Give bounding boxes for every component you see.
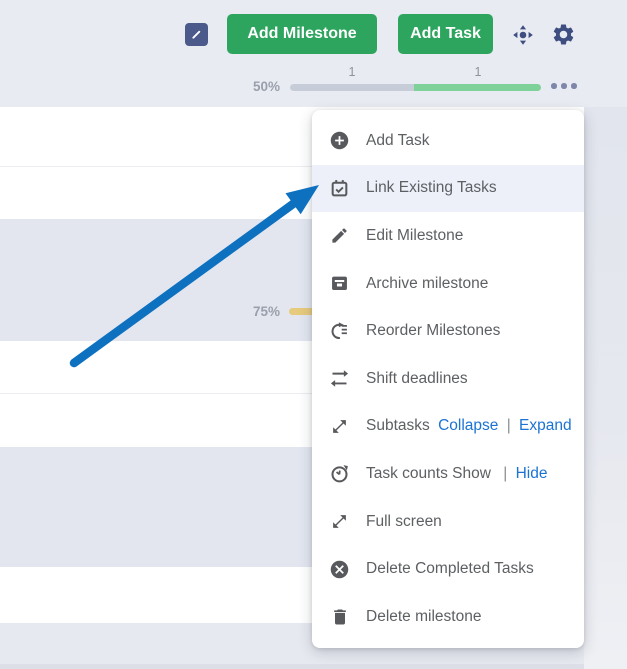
menu-item-delete-completed-tasks[interactable]: Delete Completed Tasks (312, 545, 584, 593)
menu-item-label: Full screen (366, 513, 442, 531)
subtasks-expand-link[interactable]: Expand (519, 417, 572, 434)
menu-item-label: Delete Completed Tasks (366, 560, 534, 578)
trash-icon (329, 606, 350, 627)
subtasks-collapse-link[interactable]: Collapse (438, 417, 498, 434)
cancel-circle-icon (329, 559, 350, 580)
menu-item-link-existing-tasks[interactable]: Link Existing Tasks (312, 165, 584, 213)
milestone-more-button[interactable] (551, 83, 577, 89)
add-task-button[interactable]: Add Task (398, 14, 493, 54)
task-counts-show-label[interactable]: Task counts Show (366, 465, 491, 482)
menu-item-label: Reorder Milestones (366, 322, 500, 340)
menu-item-label: Shift deadlines (366, 370, 468, 388)
move-widget-button[interactable] (511, 23, 535, 47)
separator: | (507, 417, 511, 434)
menu-item-label: Delete milestone (366, 608, 481, 626)
menu-item-label: Subtasks Collapse | Expand (366, 417, 572, 435)
menu-item-shift-deadlines[interactable]: Shift deadlines (312, 355, 584, 403)
menu-item-label: Link Existing Tasks (366, 179, 497, 197)
folder-pencil-icon (188, 26, 205, 43)
diagonal-resize-icon (329, 511, 350, 532)
add-milestone-button[interactable]: Add Milestone (227, 14, 377, 54)
footer-edge (0, 664, 627, 669)
ellipsis-icon (561, 83, 567, 89)
incomplete-count: 1 (340, 65, 364, 79)
menu-item-reorder-milestones[interactable]: Reorder Milestones (312, 307, 584, 355)
milestone-percent: 50% (244, 79, 280, 94)
menu-item-task-counts-toggle: Task counts Show | Hide (312, 450, 584, 498)
complete-count: 1 (466, 65, 490, 79)
progress-remaining-segment (290, 84, 414, 91)
ellipsis-icon (551, 83, 557, 89)
edit-board-button[interactable] (185, 23, 208, 46)
pencil-icon (329, 225, 350, 246)
gear-icon (551, 22, 576, 47)
menu-item-label: Archive milestone (366, 275, 488, 293)
menu-item-archive-milestone[interactable]: Archive milestone (312, 260, 584, 308)
right-gutter (584, 107, 627, 669)
menu-item-label: Add Task (366, 132, 429, 150)
menu-item-delete-milestone[interactable]: Delete milestone (312, 593, 584, 641)
task-counts-hide-link[interactable]: Hide (516, 465, 548, 482)
swap-horizontal-arrows-icon (329, 368, 350, 389)
archive-box-icon (329, 273, 350, 294)
diagonal-resize-icon (329, 416, 350, 437)
menu-item-subtasks-toggle: Subtasks Collapse | Expand (312, 403, 584, 451)
move-crosshair-icon (511, 23, 535, 47)
milestone-percent-2: 75% (246, 304, 280, 319)
add-circle-icon (329, 130, 350, 151)
ellipsis-icon (571, 83, 577, 89)
calendar-check-icon (329, 178, 350, 199)
menu-item-add-task[interactable]: Add Task (312, 117, 584, 165)
timer-icon (329, 463, 350, 484)
progress-done-segment (414, 84, 541, 91)
menu-item-label: Edit Milestone (366, 227, 463, 245)
milestone-widget: Add Milestone Add Task 50% 1 1 (0, 0, 627, 669)
separator: | (503, 465, 507, 482)
settings-button[interactable] (551, 22, 576, 47)
milestone-progress-bar (290, 84, 541, 91)
subtasks-label: Subtasks (366, 417, 430, 434)
menu-item-label: Task counts Show | Hide (366, 465, 547, 483)
reorder-curved-arrow-icon (329, 321, 350, 342)
milestone-options-menu: Add Task Link Existing Tasks Edit Milest… (312, 110, 584, 648)
menu-item-full-screen[interactable]: Full screen (312, 498, 584, 546)
menu-item-edit-milestone[interactable]: Edit Milestone (312, 212, 584, 260)
